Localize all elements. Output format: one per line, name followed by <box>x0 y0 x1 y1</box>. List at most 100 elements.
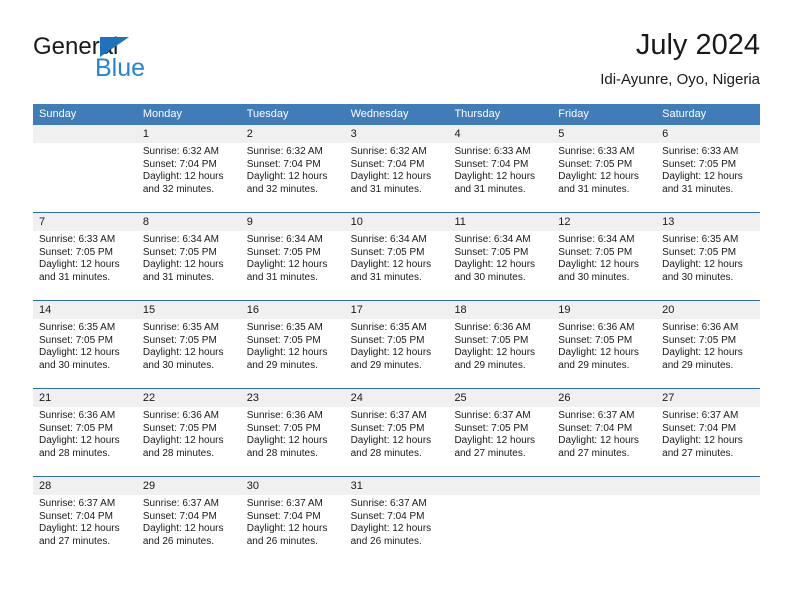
day-detail-line: Sunrise: 6:36 AM <box>39 410 116 421</box>
day-number[interactable]: 26 <box>552 389 656 407</box>
day-cell[interactable]: Sunrise: 6:36 AM Sunset: 7:05 PM Daylight:… <box>33 407 137 476</box>
day-number[interactable]: 3 <box>345 125 449 143</box>
day-number[interactable]: 24 <box>345 389 449 407</box>
day-detail-line: Daylight: 12 hours <box>246 523 328 535</box>
day-detail-line: Sunset: 7:05 PM <box>142 246 217 258</box>
day-number[interactable]: 7 <box>33 213 137 231</box>
day-cell[interactable]: Sunrise: 6:35 AM Sunset: 7:05 PM Daylight:… <box>137 319 241 388</box>
day-number[interactable]: 23 <box>241 389 345 407</box>
day-detail-line: Sunset: 7:04 PM <box>558 422 633 434</box>
day-number[interactable]: 29 <box>137 477 241 495</box>
day-detail-line: Sunrise: 6:36 AM <box>454 322 531 333</box>
day-cell[interactable]: Sunrise: 6:37 AM Sunset: 7:04 PM Daylight:… <box>656 407 760 476</box>
day-number[interactable]: 9 <box>241 213 345 231</box>
title-block: July 2024 Idi-Ayunre, Oyo, Nigeria <box>600 28 760 89</box>
day-detail-line: and 31 minutes. <box>39 271 111 283</box>
day-number[interactable]: 19 <box>552 301 656 319</box>
day-cell[interactable]: Sunrise: 6:36 AM Sunset: 7:05 PM Daylight:… <box>552 319 656 388</box>
day-detail-line: Sunrise: 6:37 AM <box>142 498 220 509</box>
day-detail-line: Daylight: 12 hours <box>350 171 432 183</box>
day-number[interactable]: 17 <box>345 301 449 319</box>
day-detail-line: Sunset: 7:05 PM <box>454 246 529 258</box>
day-number[interactable]: 5 <box>552 125 656 143</box>
day-detail-line: and 27 minutes. <box>662 447 734 459</box>
day-detail-line: Sunrise: 6:34 AM <box>350 234 427 245</box>
day-cell[interactable]: Sunrise: 6:35 AM Sunset: 7:05 PM Daylight:… <box>345 319 449 388</box>
day-detail-line: Sunrise: 6:34 AM <box>142 234 220 245</box>
day-cell[interactable]: Sunrise: 6:34 AM Sunset: 7:05 PM Daylight:… <box>241 231 345 300</box>
day-cell[interactable]: Sunrise: 6:37 AM Sunset: 7:04 PM Daylight:… <box>33 495 137 564</box>
day-cell[interactable]: Sunrise: 6:32 AM Sunset: 7:04 PM Daylight:… <box>137 143 241 212</box>
day-number[interactable]: 16 <box>241 301 345 319</box>
day-cell[interactable]: Sunrise: 6:35 AM Sunset: 7:05 PM Daylight:… <box>241 319 345 388</box>
day-detail-line: Sunrise: 6:32 AM <box>142 146 220 157</box>
day-number[interactable]: 6 <box>656 125 760 143</box>
day-cell[interactable]: Sunrise: 6:35 AM Sunset: 7:05 PM Daylight:… <box>656 231 760 300</box>
day-number[interactable]: 11 <box>448 213 552 231</box>
day-number[interactable]: 10 <box>345 213 449 231</box>
day-cell[interactable]: Sunrise: 6:32 AM Sunset: 7:04 PM Daylight:… <box>345 143 449 212</box>
day-cell[interactable]: Sunrise: 6:33 AM Sunset: 7:05 PM Daylight:… <box>552 143 656 212</box>
day-cell[interactable]: Sunrise: 6:34 AM Sunset: 7:05 PM Daylight:… <box>345 231 449 300</box>
day-number[interactable]: 18 <box>448 301 552 319</box>
week-daynumber-band: 123456 <box>33 125 760 143</box>
day-number[interactable]: 31 <box>345 477 449 495</box>
day-number[interactable]: 28 <box>33 477 137 495</box>
day-number[interactable]: 27 <box>656 389 760 407</box>
day-detail-line: Sunrise: 6:37 AM <box>558 410 635 421</box>
day-cell[interactable]: Sunrise: 6:34 AM Sunset: 7:05 PM Daylight:… <box>552 231 656 300</box>
day-number[interactable]: 12 <box>552 213 656 231</box>
day-detail-line: Sunrise: 6:32 AM <box>246 146 323 157</box>
day-cell[interactable]: Sunrise: 6:37 AM Sunset: 7:04 PM Daylight:… <box>137 495 241 564</box>
day-detail-line: and 26 minutes. <box>142 535 215 547</box>
day-cell[interactable]: Sunrise: 6:36 AM Sunset: 7:05 PM Daylight:… <box>448 319 552 388</box>
week-daynumber-band: 21 22 23 24 25 26 27 <box>33 389 760 407</box>
day-number[interactable]: 22 <box>137 389 241 407</box>
day-detail-line: Sunset: 7:04 PM <box>39 510 113 522</box>
day-number[interactable]: 15 <box>137 301 241 319</box>
day-number-empty <box>552 477 656 495</box>
logo-text-blue: Blue <box>95 54 146 82</box>
day-cell[interactable]: Sunrise: 6:34 AM Sunset: 7:05 PM Daylight:… <box>448 231 552 300</box>
day-detail-line: Sunset: 7:05 PM <box>454 334 529 346</box>
weekday-header-monday: Monday <box>142 108 182 120</box>
day-cell[interactable]: Sunrise: 6:37 AM Sunset: 7:04 PM Daylight:… <box>241 495 345 564</box>
day-number[interactable]: 4 <box>448 125 552 143</box>
day-cell[interactable]: Sunrise: 6:36 AM Sunset: 7:05 PM Daylight:… <box>137 407 241 476</box>
day-detail-line: Sunrise: 6:34 AM <box>558 234 635 245</box>
day-number-empty <box>33 125 137 143</box>
day-cell[interactable]: Sunrise: 6:37 AM Sunset: 7:04 PM Daylight:… <box>345 495 449 564</box>
day-number[interactable]: 2 <box>241 125 345 143</box>
day-number[interactable]: 1 <box>137 125 241 143</box>
day-cell[interactable]: Sunrise: 6:36 AM Sunset: 7:05 PM Daylight:… <box>656 319 760 388</box>
day-cell[interactable]: Sunrise: 6:37 AM Sunset: 7:05 PM Daylight:… <box>345 407 449 476</box>
location-subtitle: Idi-Ayunre, Oyo, Nigeria <box>600 71 760 88</box>
day-number[interactable]: 13 <box>656 213 760 231</box>
day-detail-line: Daylight: 12 hours <box>142 259 224 271</box>
day-number[interactable]: 8 <box>137 213 241 231</box>
day-cell[interactable]: Sunrise: 6:36 AM Sunset: 7:05 PM Daylight:… <box>241 407 345 476</box>
day-number[interactable]: 20 <box>656 301 760 319</box>
day-cell[interactable]: Sunrise: 6:33 AM Sunset: 7:05 PM Daylight:… <box>33 231 137 300</box>
day-detail-line: and 31 minutes. <box>558 183 630 195</box>
day-number[interactable]: 25 <box>448 389 552 407</box>
day-cell[interactable]: Sunrise: 6:32 AM Sunset: 7:04 PM Daylight:… <box>241 143 345 212</box>
day-cell[interactable]: Sunrise: 6:33 AM Sunset: 7:04 PM Daylight:… <box>448 143 552 212</box>
day-detail-line: Daylight: 12 hours <box>454 171 536 183</box>
day-detail-line: Daylight: 12 hours <box>39 523 120 535</box>
day-number[interactable]: 14 <box>33 301 137 319</box>
day-detail-line: and 28 minutes. <box>142 447 215 459</box>
day-cell[interactable]: Sunrise: 6:33 AM Sunset: 7:05 PM Daylight:… <box>656 143 760 212</box>
day-number[interactable]: 30 <box>241 477 345 495</box>
day-detail-line: Sunset: 7:05 PM <box>246 246 321 258</box>
day-cell[interactable]: Sunrise: 6:35 AM Sunset: 7:05 PM Daylight:… <box>33 319 137 388</box>
day-detail-line: and 30 minutes. <box>454 271 526 283</box>
day-number[interactable]: 21 <box>33 389 137 407</box>
day-cell-empty <box>552 495 656 564</box>
day-detail-line: and 31 minutes. <box>142 271 215 283</box>
day-detail-line: Sunrise: 6:35 AM <box>350 322 427 333</box>
day-cell[interactable]: Sunrise: 6:34 AM Sunset: 7:05 PM Daylight:… <box>137 231 241 300</box>
day-cell[interactable]: Sunrise: 6:37 AM Sunset: 7:04 PM Daylight:… <box>552 407 656 476</box>
day-detail-line: Sunset: 7:05 PM <box>39 334 113 346</box>
day-cell[interactable]: Sunrise: 6:37 AM Sunset: 7:05 PM Daylight:… <box>448 407 552 476</box>
